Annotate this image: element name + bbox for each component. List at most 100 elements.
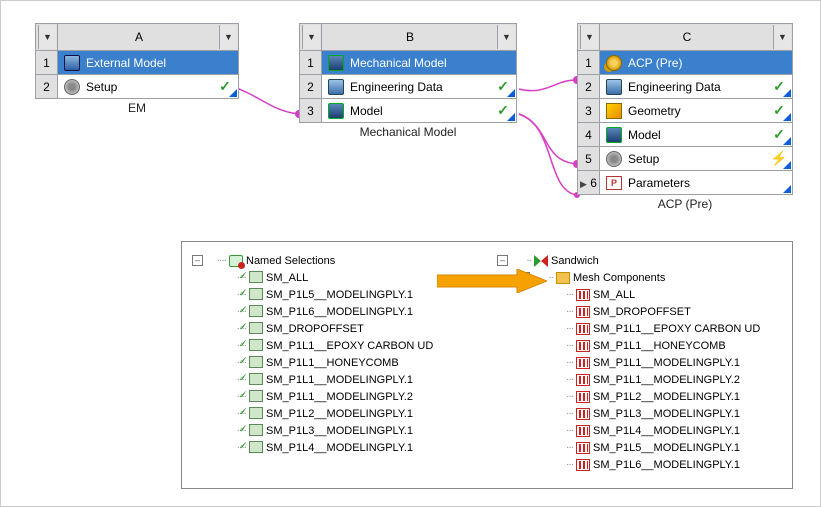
- row-number[interactable]: ▶ 6: [578, 171, 600, 195]
- tree-comparison-panel: – ···· Named Selections ····✓SM_ALL····✓…: [181, 241, 793, 489]
- tree-item[interactable]: SM_P1L1__MODELINGPLY.2: [266, 391, 413, 403]
- dropdown-icon[interactable]: ▼: [497, 25, 515, 49]
- row-header-blank[interactable]: ▼: [578, 24, 600, 51]
- tree-item[interactable]: SM_P1L6__MODELINGPLY.1: [266, 306, 413, 318]
- dropdown-icon[interactable]: ▼: [773, 25, 791, 49]
- tree-item[interactable]: SM_P1L1__EPOXY CARBON UD: [266, 340, 433, 352]
- component-cell[interactable]: Mechanical Model: [322, 51, 517, 75]
- collapse-icon[interactable]: –: [192, 255, 203, 266]
- named-selection-icon: [249, 441, 263, 453]
- component-cell[interactable]: P Parameters: [600, 171, 793, 195]
- mesh-component-icon: [576, 357, 590, 369]
- component-label: Model: [628, 128, 766, 142]
- cube-drk-icon: [606, 127, 622, 143]
- component-cell[interactable]: Engineering Data✓: [322, 75, 517, 99]
- tree-item[interactable]: SM_P1L6__MODELINGPLY.1: [593, 459, 740, 471]
- tree-item[interactable]: SM_P1L1__EPOXY CARBON UD: [593, 323, 760, 335]
- collapse-icon[interactable]: –: [497, 255, 508, 266]
- tree-item[interactable]: SM_P1L1__HONEYCOMB: [593, 340, 726, 352]
- tree-root-label[interactable]: Sandwich: [551, 255, 599, 267]
- component-cell[interactable]: Geometry✓: [600, 99, 793, 123]
- tree-item[interactable]: SM_DROPOFFSET: [266, 323, 364, 335]
- named-selection-icon: [249, 407, 263, 419]
- dropdown-icon[interactable]: ▼: [302, 25, 320, 49]
- row-number[interactable]: 5: [578, 147, 600, 171]
- tree-item[interactable]: SM_ALL: [593, 289, 635, 301]
- component-cell[interactable]: Model✓: [600, 123, 793, 147]
- tree-item[interactable]: SM_P1L4__MODELINGPLY.1: [593, 425, 740, 437]
- tree-item[interactable]: SM_P1L4__MODELINGPLY.1: [266, 442, 413, 454]
- tree-item[interactable]: SM_ALL: [266, 272, 308, 284]
- gear-icon: [606, 151, 622, 167]
- row-number[interactable]: 4: [578, 123, 600, 147]
- tree-item[interactable]: SM_P1L3__MODELINGPLY.1: [266, 425, 413, 437]
- component-label: Model: [350, 104, 490, 118]
- named-selection-icon: [249, 424, 263, 436]
- component-cell[interactable]: External Model: [58, 51, 239, 75]
- row-number[interactable]: 1: [578, 51, 600, 75]
- tree-item[interactable]: SM_P1L1__MODELINGPLY.2: [593, 374, 740, 386]
- context-corner-icon[interactable]: [507, 113, 515, 121]
- tree-root-label[interactable]: Named Selections: [246, 255, 335, 267]
- system-acp-pre[interactable]: ▼ C▼ 1ACP (Pre)2Engineering Data✓3Geomet…: [577, 23, 793, 211]
- row-header-blank[interactable]: ▼: [300, 24, 322, 51]
- tree-item[interactable]: SM_P1L1__MODELINGPLY.1: [593, 357, 740, 369]
- component-cell[interactable]: Engineering Data✓: [600, 75, 793, 99]
- context-corner-icon[interactable]: [783, 185, 791, 193]
- column-letter[interactable]: C▼: [600, 24, 793, 51]
- tree-item[interactable]: SM_P1L5__MODELINGPLY.1: [593, 442, 740, 454]
- system-mechanical-model[interactable]: ▼ B▼ 1Mechanical Model2Engineering Data✓…: [299, 23, 517, 139]
- cube-drk-icon: [328, 55, 344, 71]
- tree-item[interactable]: SM_P1L2__MODELINGPLY.1: [593, 391, 740, 403]
- context-corner-icon[interactable]: [229, 89, 237, 97]
- gear-icon: [64, 79, 80, 95]
- context-corner-icon[interactable]: [783, 137, 791, 145]
- row-number[interactable]: 1: [36, 51, 58, 75]
- mesh-components-tree[interactable]: – ·· Sandwich – ·· Mesh Components ···SM…: [487, 242, 792, 488]
- mesh-component-icon: [576, 289, 590, 301]
- folder-icon: [556, 272, 570, 284]
- named-selection-icon: [249, 305, 263, 317]
- row-number[interactable]: 2: [578, 75, 600, 99]
- system-caption[interactable]: EM: [35, 101, 239, 115]
- dropdown-icon[interactable]: ▼: [580, 25, 598, 49]
- component-cell[interactable]: Setup✓: [58, 75, 239, 99]
- context-corner-icon[interactable]: [507, 89, 515, 97]
- tree-item[interactable]: SM_P1L1__HONEYCOMB: [266, 357, 399, 369]
- component-label: External Model: [86, 56, 212, 70]
- system-caption[interactable]: Mechanical Model: [299, 125, 517, 139]
- row-number[interactable]: 3: [300, 99, 322, 123]
- row-header-blank[interactable]: ▼: [36, 24, 58, 51]
- component-cell[interactable]: Model✓: [322, 99, 517, 123]
- row-number[interactable]: 1: [300, 51, 322, 75]
- collapse-icon[interactable]: –: [519, 272, 530, 283]
- tree-item[interactable]: SM_P1L3__MODELINGPLY.1: [593, 408, 740, 420]
- row-number[interactable]: 2: [300, 75, 322, 99]
- system-caption[interactable]: ACP (Pre): [577, 197, 793, 211]
- geom-icon: [606, 103, 622, 119]
- mesh-component-icon: [576, 442, 590, 454]
- context-corner-icon[interactable]: [783, 89, 791, 97]
- dropdown-icon[interactable]: ▼: [219, 25, 237, 49]
- tree-item[interactable]: SM_P1L2__MODELINGPLY.1: [266, 408, 413, 420]
- tree-item[interactable]: SM_P1L1__MODELINGPLY.1: [266, 374, 413, 386]
- param-icon: P: [606, 176, 622, 190]
- component-cell[interactable]: Setup⚡: [600, 147, 793, 171]
- column-letter[interactable]: B▼: [322, 24, 517, 51]
- named-selection-icon: [249, 288, 263, 300]
- tree-item[interactable]: SM_DROPOFFSET: [593, 306, 691, 318]
- mesh-component-icon: [576, 391, 590, 403]
- context-corner-icon[interactable]: [783, 113, 791, 121]
- row-number[interactable]: 3: [578, 99, 600, 123]
- tree-item[interactable]: SM_P1L5__MODELINGPLY.1: [266, 289, 413, 301]
- dropdown-icon[interactable]: ▼: [38, 25, 56, 49]
- context-corner-icon[interactable]: [783, 161, 791, 169]
- component-label: Parameters: [628, 176, 766, 190]
- row-number[interactable]: 2: [36, 75, 58, 99]
- component-cell[interactable]: ACP (Pre): [600, 51, 793, 75]
- column-letter[interactable]: A▼: [58, 24, 239, 51]
- system-em[interactable]: ▼ A▼ 1 External Model 2Setup✓ EM: [35, 23, 239, 115]
- tree-sub-label[interactable]: Mesh Components: [573, 272, 665, 284]
- named-selections-icon: [229, 255, 243, 267]
- named-selections-tree[interactable]: – ···· Named Selections ····✓SM_ALL····✓…: [182, 242, 487, 488]
